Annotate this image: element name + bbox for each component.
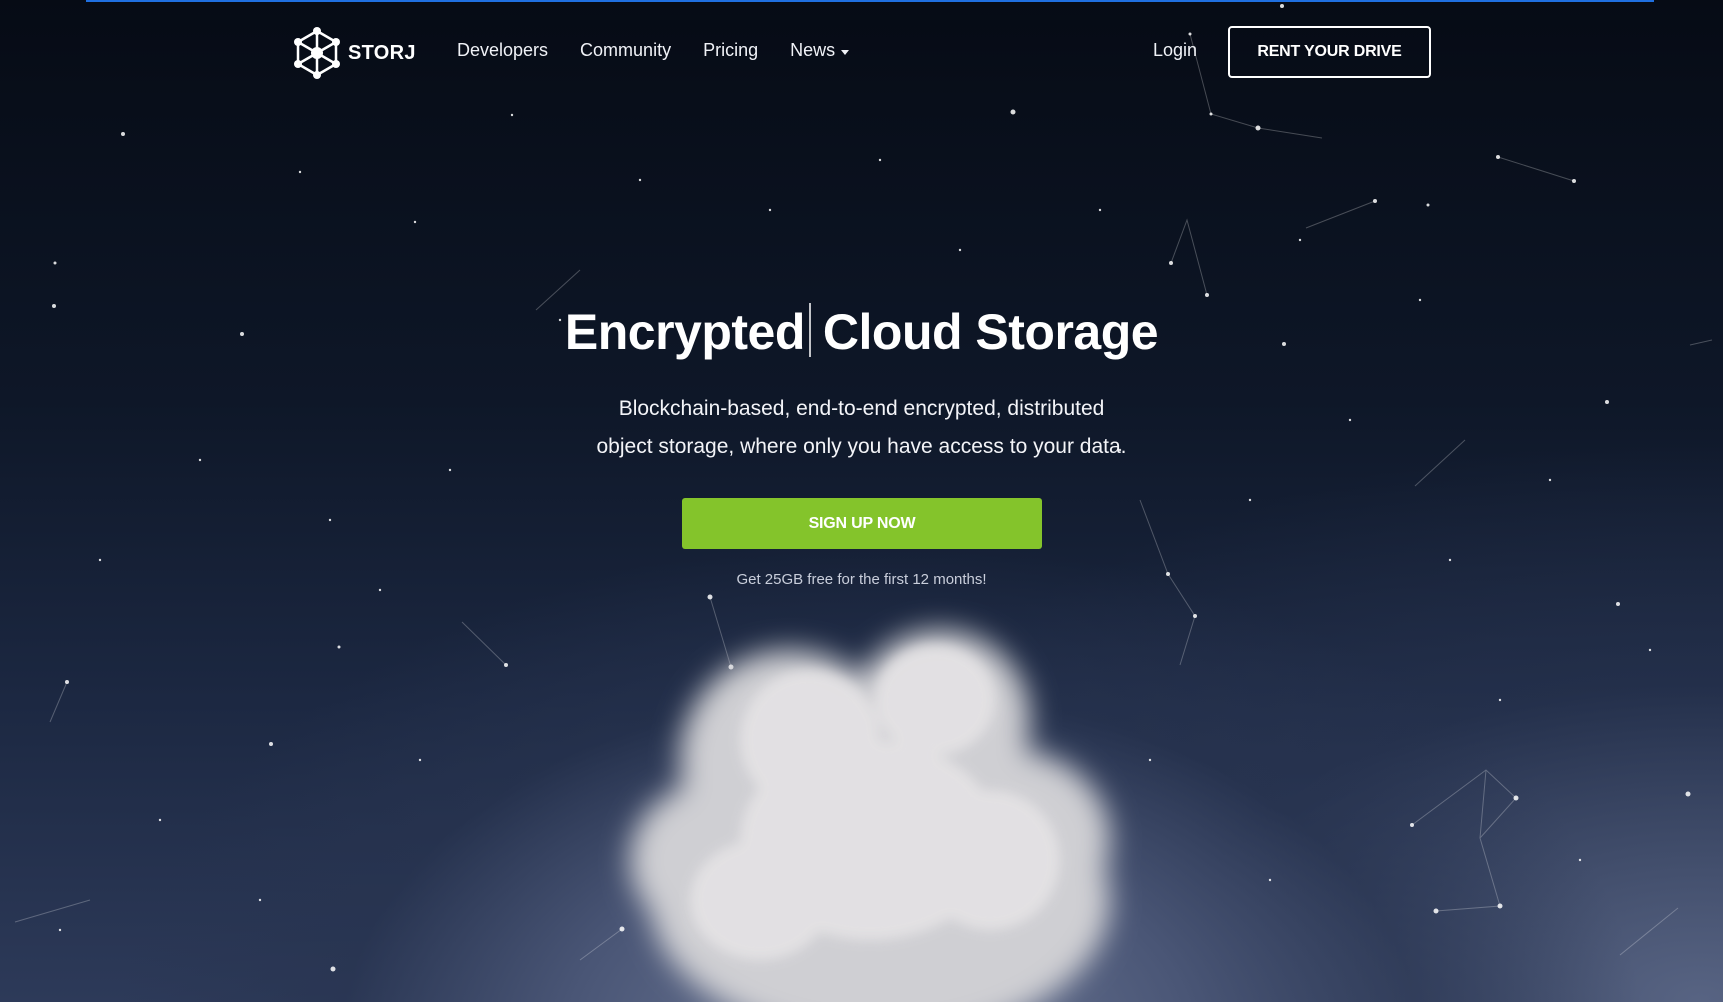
- hero-subtitle-line2: object storage, where only you have acce…: [596, 435, 1127, 458]
- nav-link-news[interactable]: News: [790, 40, 850, 61]
- landing-page: STORJ Developers Community Pricing News …: [0, 0, 1723, 1002]
- hero-subtitle: Blockchain-based, end-to-end encrypted, …: [540, 390, 1183, 466]
- caret-down-icon: [841, 49, 850, 55]
- storj-logo-icon: [294, 27, 340, 79]
- hero-title-left: Encrypted: [564, 304, 806, 360]
- login-link[interactable]: Login: [1153, 40, 1197, 61]
- hero-title-right: Cloud Storage: [822, 304, 1159, 360]
- brand-name: STORJ: [348, 41, 416, 64]
- nav-link-news-label: News: [790, 40, 836, 60]
- typing-cursor: [808, 303, 811, 357]
- nav-links: Developers Community Pricing News: [457, 40, 881, 61]
- nav-link-developers[interactable]: Developers: [457, 40, 548, 61]
- storj-logo[interactable]: STORJ: [292, 26, 416, 80]
- hero-title: Encrypted Cloud Storage: [0, 303, 1723, 361]
- nav-link-community[interactable]: Community: [580, 40, 671, 61]
- nav-link-pricing[interactable]: Pricing: [703, 40, 758, 61]
- hero-subtitle-line1: Blockchain-based, end-to-end encrypted, …: [618, 397, 1105, 420]
- main-navigation: STORJ Developers Community Pricing News …: [0, 0, 1723, 105]
- sign-up-button[interactable]: SIGN UP NOW: [682, 498, 1042, 549]
- free-offer-note: Get 25GB free for the first 12 months!: [736, 571, 987, 588]
- rent-your-drive-button[interactable]: RENT YOUR DRIVE: [1228, 26, 1431, 78]
